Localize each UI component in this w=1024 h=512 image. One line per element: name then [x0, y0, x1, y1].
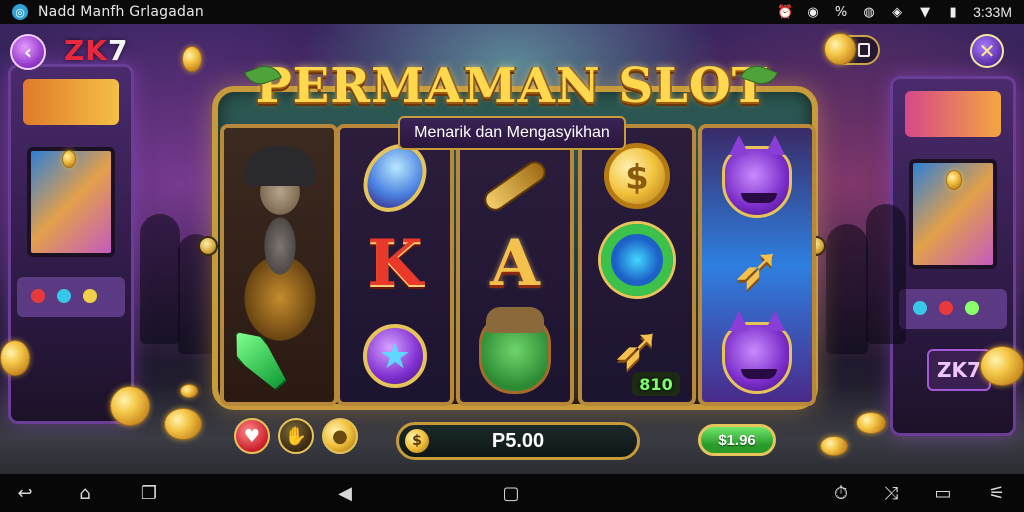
back-icon[interactable]: ↩	[14, 483, 36, 504]
home-icon[interactable]: ⌂	[74, 483, 96, 504]
arcade-cabinet-left	[8, 64, 134, 424]
status-bar: ◎ Nadd Manfh Grlagadan ⏰ ◉ % ◍ ◈ ▼ ▮ 3:3…	[0, 0, 1024, 24]
auto-play-button[interactable]: ✋	[278, 418, 314, 454]
app-title: Nadd Manfh Grlagadan	[38, 4, 204, 20]
recents-icon[interactable]: ❐	[138, 483, 160, 504]
game-subtitle: Menarik dan Mengasyikhan	[398, 116, 626, 150]
favorite-button[interactable]: ♥	[234, 418, 270, 454]
brand-prefix: ZK	[64, 34, 108, 67]
warrior-hair	[244, 146, 316, 186]
q-ring-symbol	[594, 220, 680, 300]
status-icons: ⏰ ◉ % ◍ ◈ ▼ ▮ 3:33M	[777, 0, 1012, 24]
app-icon: ◎	[12, 4, 28, 20]
reel-2: K	[336, 124, 454, 406]
brand-number: 7	[108, 34, 129, 67]
warrior-symbol	[224, 128, 334, 402]
close-icon: ✕	[978, 39, 996, 63]
coin-decoration	[62, 150, 76, 168]
alarm-icon: ⏰	[776, 4, 794, 20]
home-pill-icon[interactable]: ▢	[500, 483, 522, 504]
screen-record-icon[interactable]: ⏱	[830, 483, 852, 504]
coin-decoration	[164, 408, 202, 440]
close-button[interactable]: ✕	[970, 34, 1004, 68]
bet-display[interactable]: $ P5.00	[396, 422, 640, 460]
reel-4: ➶	[578, 124, 696, 406]
purple-star-gem-symbol	[352, 316, 438, 396]
coin-decoration	[946, 170, 962, 190]
emerald-sword-symbol	[223, 321, 294, 396]
hand-icon: ✋	[284, 425, 308, 447]
coin-button[interactable]: ●	[322, 418, 358, 454]
coin-decoration	[820, 436, 848, 456]
crowd-silhouette	[140, 214, 180, 344]
blue-gem-symbol	[350, 131, 440, 225]
notification-icon: ◍	[863, 4, 875, 20]
letter-a-symbol: A	[490, 226, 540, 301]
coin-decoration	[180, 384, 198, 398]
purple-mask-symbol	[714, 311, 800, 398]
cabinet-panel	[17, 277, 125, 317]
reel-3: A	[456, 124, 574, 406]
settings-icon: ◉	[807, 4, 819, 20]
cabinet-marquee	[23, 79, 119, 125]
coin-decoration	[0, 340, 30, 376]
cabinet-panel	[899, 289, 1007, 329]
coin-icon	[824, 33, 856, 65]
triangle-back-icon[interactable]: ◀	[334, 483, 356, 504]
battery-icon: ▮	[949, 4, 957, 20]
golden-club-symbol	[472, 146, 558, 226]
battery-saver-icon: %	[834, 4, 848, 20]
reel-5: ➶	[698, 124, 816, 406]
golden-arrow-symbol: ➶	[731, 233, 783, 303]
game-title-banner: PERMAMAN SLOT	[238, 50, 786, 122]
wallet-icon	[858, 43, 870, 57]
navigation-bar: ↩ ⌂ ❐ ◀ ▢ ⏱ ⤨ ▭ ⚟	[0, 474, 1024, 512]
heart-icon: ♥	[243, 425, 261, 447]
bet-value: P5.00	[491, 429, 545, 452]
back-button[interactable]: ‹	[10, 34, 46, 70]
coin-decoration	[980, 346, 1024, 386]
game-title: PERMAMAN SLOT	[255, 58, 769, 114]
back-arrow-icon: ‹	[23, 40, 33, 64]
crowd-silhouette	[866, 204, 906, 344]
letter-k-symbol: K	[367, 226, 423, 301]
coin-decoration	[110, 386, 150, 426]
crowd-silhouette	[826, 224, 868, 354]
purple-mask-symbol	[714, 135, 800, 222]
coin-decoration	[182, 46, 202, 72]
win-amount: 810	[632, 372, 680, 396]
reel-1	[220, 124, 338, 406]
network-icon: ◈	[892, 4, 903, 20]
wifi-icon: ▼	[920, 4, 931, 20]
wallet-button[interactable]	[824, 33, 880, 65]
shuffle-icon[interactable]: ⤨	[880, 483, 902, 504]
clock: 3:33M	[973, 4, 1012, 20]
coin-decoration	[856, 412, 886, 434]
brand-logo: ZK7	[64, 34, 128, 67]
cabinet-marquee	[905, 91, 1001, 137]
settings-sliders-icon[interactable]: ⚟	[986, 483, 1008, 504]
window-icon[interactable]: ▭	[932, 483, 954, 504]
spin-button[interactable]: $1.96	[698, 424, 776, 456]
left-knob	[198, 236, 218, 256]
coin-icon: ●	[332, 425, 348, 447]
green-elf-symbol	[472, 307, 558, 394]
